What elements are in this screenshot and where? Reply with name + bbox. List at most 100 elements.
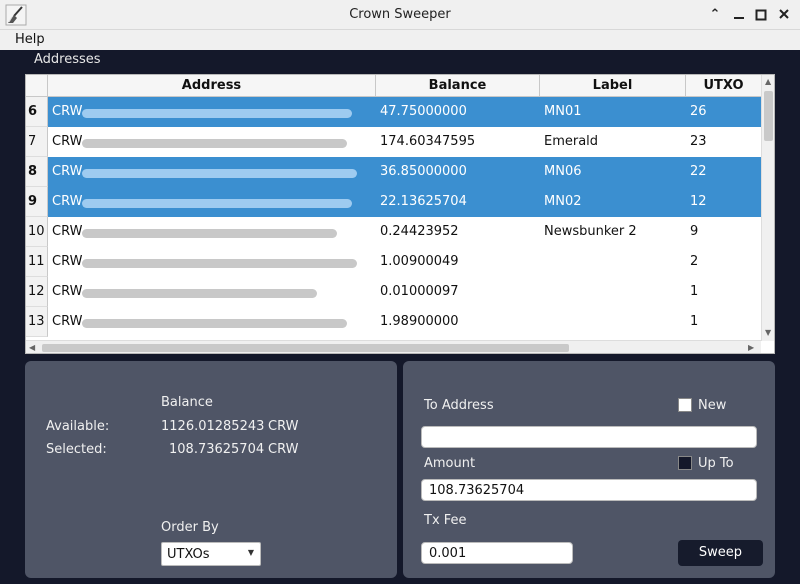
- table-row[interactable]: 10 CRW 0.24423952 Newsbunker 2 9: [26, 217, 761, 247]
- window-title: Crown Sweeper: [349, 7, 451, 22]
- row-number: 12: [26, 277, 48, 307]
- balance-cell: 36.85000000: [380, 164, 467, 179]
- title-bar: Crown Sweeper ⌃: [0, 0, 800, 30]
- address-cell: CRW: [52, 254, 83, 269]
- addresses-table: Address Balance Label UTXO 6 CRW 47.750000…: [25, 74, 775, 354]
- sweep-button[interactable]: Sweep: [678, 540, 763, 566]
- balance-cell: 0.01000097: [380, 284, 459, 299]
- to-address-label: To Address: [424, 398, 494, 413]
- row-number: 11: [26, 247, 48, 277]
- address-cell: CRW: [52, 224, 83, 239]
- row-number: 9: [26, 187, 48, 217]
- scroll-down-icon[interactable]: ▼: [765, 328, 771, 337]
- address-cell: CRW: [52, 164, 83, 179]
- scroll-right-icon[interactable]: ▶: [748, 343, 754, 352]
- row-number: 10: [26, 217, 48, 247]
- table-row[interactable]: 7 CRW 174.60347595 Emerald 23: [26, 127, 761, 157]
- column-header-address[interactable]: Address: [48, 75, 376, 97]
- label-cell: MN06: [544, 164, 582, 179]
- close-icon[interactable]: [774, 5, 794, 25]
- order-by-select[interactable]: UTXOs ▼: [161, 542, 261, 566]
- redacted-address: [82, 109, 352, 118]
- label-cell: MN01: [544, 104, 582, 119]
- scroll-left-icon[interactable]: ◀: [29, 343, 35, 352]
- amount-input[interactable]: 108.73625704: [421, 479, 757, 501]
- address-cell: CRW: [52, 284, 83, 299]
- tx-fee-label: Tx Fee: [424, 513, 467, 528]
- vertical-scroll-thumb[interactable]: [764, 91, 773, 141]
- table-row[interactable]: 9 CRW 22.13625704 MN02 12: [26, 187, 761, 217]
- row-number: 13: [26, 307, 48, 337]
- utxo-cell: 2: [690, 254, 699, 269]
- redacted-address: [82, 259, 357, 268]
- address-cell: CRW: [52, 314, 83, 329]
- redacted-address: [82, 289, 317, 298]
- tx-fee-input[interactable]: 0.001: [421, 542, 573, 564]
- utxo-cell: 9: [690, 224, 699, 239]
- order-by-value: UTXOs: [167, 547, 210, 562]
- label-cell: MN02: [544, 194, 582, 209]
- utxo-cell: 26: [690, 104, 707, 119]
- utxo-cell: 12: [690, 194, 707, 209]
- column-header-label[interactable]: Label: [540, 75, 686, 97]
- address-cell: CRW: [52, 194, 83, 209]
- utxo-cell: 1: [690, 284, 699, 299]
- utxo-cell: 23: [690, 134, 707, 149]
- addresses-section-label: Addresses: [34, 52, 101, 67]
- to-address-input[interactable]: [421, 426, 757, 448]
- table-row[interactable]: 13 CRW 1.98900000 1: [26, 307, 761, 337]
- table-row[interactable]: 12 CRW 0.01000097 1: [26, 277, 761, 307]
- table-row[interactable]: 6 CRW 47.75000000 MN01 26: [26, 97, 761, 127]
- table-row[interactable]: 11 CRW 1.00900049 2: [26, 247, 761, 277]
- selected-value: 108.73625704: [169, 442, 265, 457]
- menu-help[interactable]: Help: [15, 32, 45, 47]
- row-number: 7: [26, 127, 48, 157]
- row-number: 8: [26, 157, 48, 187]
- redacted-address: [82, 319, 347, 328]
- amount-label: Amount: [424, 456, 476, 471]
- column-header-utxo[interactable]: UTXO: [686, 75, 761, 97]
- balance-cell: 174.60347595: [380, 134, 476, 149]
- amount-value: 108.73625704: [429, 483, 525, 498]
- vertical-scrollbar[interactable]: ▲ ▼: [761, 75, 774, 341]
- chevron-up-icon[interactable]: ⌃: [705, 5, 725, 25]
- horizontal-scrollbar[interactable]: ◀ ▶: [26, 340, 761, 353]
- redacted-address: [82, 229, 337, 238]
- redacted-address: [82, 169, 357, 178]
- up-to-checkbox[interactable]: [678, 456, 692, 470]
- address-cell: CRW: [52, 104, 83, 119]
- balance-cell: 22.13625704: [380, 194, 467, 209]
- address-cell: CRW: [52, 134, 83, 149]
- new-label: New: [698, 398, 727, 413]
- minimize-icon[interactable]: [729, 5, 749, 25]
- row-number-header: [26, 75, 48, 97]
- balance-cell: 47.75000000: [380, 104, 467, 119]
- available-unit: CRW: [268, 419, 299, 434]
- label-cell: Newsbunker 2: [544, 224, 637, 239]
- balance-cell: 1.00900049: [380, 254, 459, 269]
- available-value: 1126.01285243: [161, 419, 265, 434]
- table-header: Address Balance Label UTXO: [26, 75, 761, 97]
- selected-label: Selected:: [46, 442, 107, 457]
- menu-bar: Help: [0, 30, 800, 50]
- redacted-address: [82, 199, 352, 208]
- up-to-label: Up To: [698, 456, 734, 471]
- available-label: Available:: [46, 419, 110, 434]
- selected-unit: CRW: [268, 442, 299, 457]
- utxo-cell: 1: [690, 314, 699, 329]
- balance-heading: Balance: [161, 395, 213, 410]
- table-row[interactable]: 8 CRW 36.85000000 MN06 22: [26, 157, 761, 187]
- row-number: 6: [26, 97, 48, 127]
- tx-fee-value: 0.001: [429, 546, 467, 561]
- horizontal-scroll-thumb[interactable]: [42, 344, 569, 352]
- label-cell: Emerald: [544, 134, 599, 149]
- column-header-balance[interactable]: Balance: [376, 75, 540, 97]
- chevron-down-icon: ▼: [247, 548, 254, 557]
- maximize-icon[interactable]: [751, 5, 771, 25]
- new-checkbox[interactable]: [678, 398, 692, 412]
- scroll-up-icon[interactable]: ▲: [765, 77, 771, 86]
- balance-cell: 0.24423952: [380, 224, 459, 239]
- redacted-address: [82, 139, 347, 148]
- order-by-label: Order By: [161, 520, 219, 535]
- utxo-cell: 22: [690, 164, 707, 179]
